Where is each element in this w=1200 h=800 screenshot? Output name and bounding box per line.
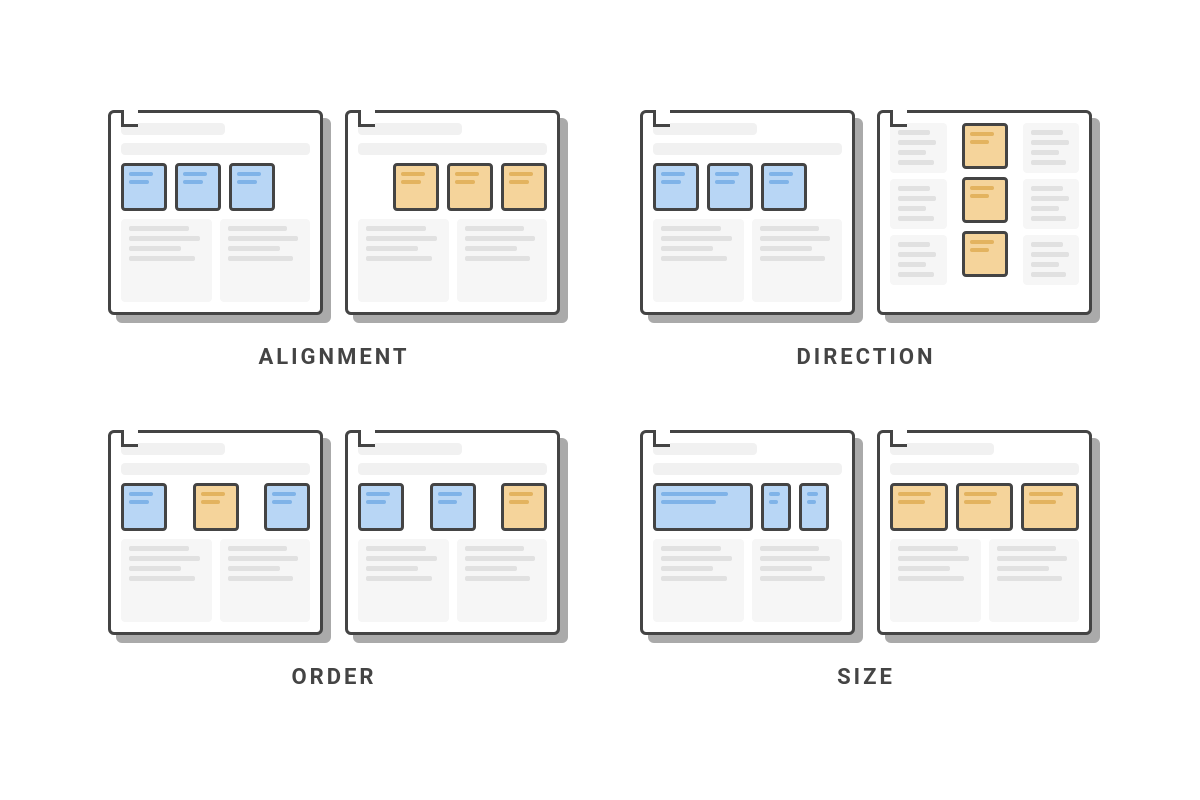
text-placeholder-block: [121, 539, 212, 622]
feature-box-blue: [358, 483, 404, 531]
text-placeholder-block: [890, 235, 947, 285]
text-placeholder-block: [989, 539, 1080, 622]
text-placeholder-line: [121, 123, 225, 135]
feature-box-row: [358, 483, 547, 531]
text-placeholder-block: [890, 123, 947, 173]
text-placeholder-line: [358, 123, 462, 135]
feature-box-row: [121, 483, 310, 531]
text-placeholder-line: [890, 443, 994, 455]
concept-alignment: ALIGNMENT: [108, 110, 560, 370]
concept-label-size: SIZE: [837, 665, 895, 690]
feature-box-column: [955, 123, 1015, 302]
text-placeholder-line: [121, 443, 225, 455]
text-blocks-row: [358, 539, 547, 622]
feature-box-blue: [229, 163, 275, 211]
feature-box-blue: [653, 483, 753, 531]
text-placeholder-line: [890, 463, 1079, 475]
text-placeholder-block: [653, 539, 744, 622]
concept-label-order: ORDER: [291, 665, 376, 690]
text-placeholder-block: [121, 219, 212, 302]
text-placeholder-block: [358, 219, 449, 302]
wireframe-card: [640, 110, 855, 315]
text-placeholder-line: [653, 143, 842, 155]
concept-label-alignment: ALIGNMENT: [258, 345, 409, 370]
text-placeholder-line: [653, 463, 842, 475]
feature-box-orange: [962, 231, 1008, 277]
text-blocks-row: [358, 219, 547, 302]
text-placeholder-block: [457, 539, 548, 622]
feature-box-orange: [393, 163, 439, 211]
text-placeholder-line: [653, 123, 757, 135]
feature-box-row: [358, 163, 547, 211]
wireframe-pair: [640, 430, 1092, 635]
text-blocks-row: [653, 219, 842, 302]
text-blocks-row: [653, 539, 842, 622]
feature-box-blue: [707, 163, 753, 211]
text-blocks-row: [121, 219, 310, 302]
text-placeholder-line: [121, 463, 310, 475]
feature-box-orange: [193, 483, 239, 531]
text-placeholder-block: [653, 219, 744, 302]
text-placeholder-block: [890, 539, 981, 622]
text-placeholder-block: [752, 539, 843, 622]
feature-box-orange: [962, 123, 1008, 169]
feature-box-orange: [447, 163, 493, 211]
text-placeholder-line: [358, 143, 547, 155]
feature-box-blue: [121, 483, 167, 531]
feature-box-blue: [175, 163, 221, 211]
feature-box-orange: [501, 483, 547, 531]
text-placeholder-block: [1023, 235, 1080, 285]
wireframe-card: [108, 110, 323, 315]
text-placeholder-block: [752, 219, 843, 302]
text-placeholder-line: [358, 443, 462, 455]
feature-box-blue: [264, 483, 310, 531]
wireframe-card: [345, 430, 560, 635]
wireframe-pair: [640, 110, 1092, 315]
feature-box-blue: [430, 483, 476, 531]
wireframe-card: [640, 430, 855, 635]
text-placeholder-block: [1023, 179, 1080, 229]
text-placeholder-block: [457, 219, 548, 302]
feature-box-blue: [121, 163, 167, 211]
feature-box-orange: [962, 177, 1008, 223]
feature-box-orange: [956, 483, 1014, 531]
wireframe-card: [108, 430, 323, 635]
feature-box-blue: [653, 163, 699, 211]
feature-box-orange: [890, 483, 948, 531]
wireframe-card: [877, 430, 1092, 635]
feature-box-orange: [1021, 483, 1079, 531]
feature-box-blue: [761, 163, 807, 211]
concept-size: SIZE: [640, 430, 1092, 690]
concept-label-direction: DIRECTION: [796, 345, 935, 370]
text-placeholder-block: [1023, 123, 1080, 173]
feature-box-orange: [501, 163, 547, 211]
feature-box-row: [121, 163, 310, 211]
feature-box-row: [653, 163, 842, 211]
wireframe-card: [877, 110, 1092, 315]
layout-concepts-grid: ALIGNMENT DIRECTION ORDER SIZE: [68, 70, 1132, 730]
text-placeholder-line: [653, 443, 757, 455]
text-placeholder-block: [220, 539, 311, 622]
text-blocks-row: [890, 539, 1079, 622]
wireframe-pair: [108, 110, 560, 315]
feature-box-blue: [761, 483, 791, 531]
feature-box-blue: [799, 483, 829, 531]
feature-box-row: [653, 483, 842, 531]
concept-order: ORDER: [108, 430, 560, 690]
text-placeholder-block: [890, 179, 947, 229]
text-blocks-row: [121, 539, 310, 622]
text-placeholder-block: [358, 539, 449, 622]
text-placeholder-line: [121, 143, 310, 155]
text-placeholder-line: [358, 463, 547, 475]
concept-direction: DIRECTION: [640, 110, 1092, 370]
wireframe-card: [345, 110, 560, 315]
wireframe-pair: [108, 430, 560, 635]
text-placeholder-block: [220, 219, 311, 302]
feature-box-row: [890, 483, 1079, 531]
